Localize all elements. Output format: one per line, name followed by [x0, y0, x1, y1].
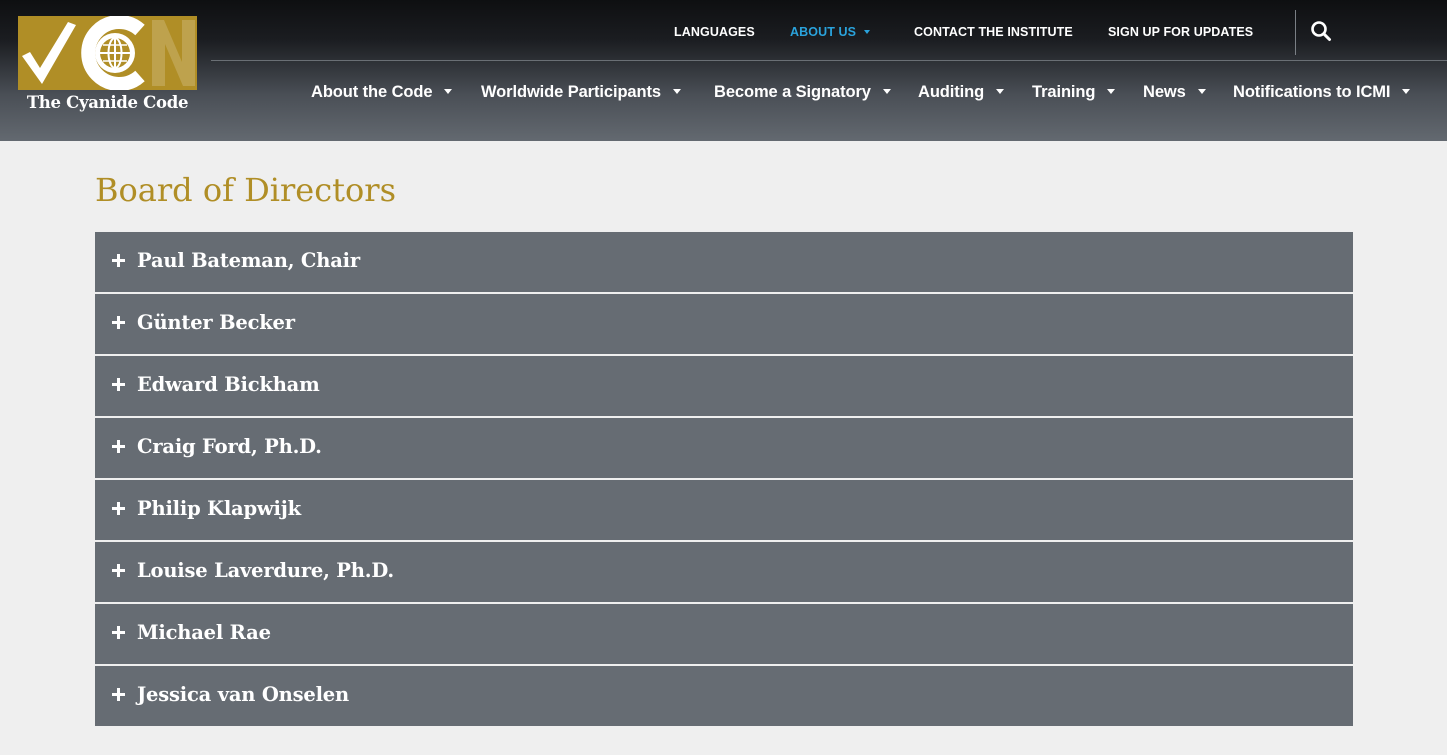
- accordion-item-philip-klapwijk[interactable]: Philip Klapwijk: [95, 480, 1353, 540]
- plus-icon: [112, 316, 125, 329]
- chevron-down-icon: [444, 89, 453, 94]
- nav-label: Auditing: [918, 83, 985, 101]
- nav-worldwide-participants[interactable]: Worldwide Participants: [481, 83, 681, 102]
- plus-icon: [112, 440, 125, 453]
- chevron-down-icon: [996, 89, 1005, 94]
- nav-training[interactable]: Training: [1032, 83, 1116, 102]
- chevron-down-icon: [1402, 89, 1411, 94]
- nav-about-us[interactable]: ABOUT US: [790, 25, 871, 39]
- accordion-item-label: Paul Bateman, Chair: [137, 249, 360, 272]
- chevron-down-icon: [864, 30, 871, 34]
- accordion-item-label: Philip Klapwijk: [137, 497, 301, 520]
- accordion-item-edward-bickham[interactable]: Edward Bickham: [95, 356, 1353, 416]
- nav-label: News: [1143, 83, 1186, 101]
- nav-languages[interactable]: LANGUAGES: [674, 25, 755, 39]
- accordion-item-label: Jessica van Onselen: [137, 683, 349, 706]
- page-title: Board of Directors: [95, 171, 396, 209]
- accordion-item-label: Edward Bickham: [137, 373, 320, 396]
- nav-auditing[interactable]: Auditing: [918, 83, 1005, 102]
- plus-icon: [112, 502, 125, 515]
- accordion-item-jessica-van-onselen[interactable]: Jessica van Onselen: [95, 666, 1353, 726]
- accordion-item-paul-bateman[interactable]: Paul Bateman, Chair: [95, 232, 1353, 292]
- accordion-item-michael-rae[interactable]: Michael Rae: [95, 604, 1353, 664]
- chevron-down-icon: [1197, 89, 1206, 94]
- accordion-item-label: Louise Laverdure, Ph.D.: [137, 559, 394, 582]
- header-divider: [211, 60, 1447, 61]
- plus-icon: [112, 378, 125, 391]
- accordion-item-craig-ford[interactable]: Craig Ford, Ph.D.: [95, 418, 1353, 478]
- nav-about-the-code[interactable]: About the Code: [311, 83, 453, 102]
- nav-label: About the Code: [311, 83, 433, 101]
- plus-icon: [112, 626, 125, 639]
- nav-divider: [1295, 10, 1296, 55]
- accordion-item-louise-laverdure[interactable]: Louise Laverdure, Ph.D.: [95, 542, 1353, 602]
- utility-nav: LANGUAGES ABOUT US CONTACT THE INSTITUTE…: [0, 0, 1447, 62]
- nav-become-signatory[interactable]: Become a Signatory: [714, 83, 891, 102]
- accordion-item-label: Michael Rae: [137, 621, 271, 644]
- accordion-item-label: Craig Ford, Ph.D.: [137, 435, 322, 458]
- nav-contact[interactable]: CONTACT THE INSTITUTE: [914, 25, 1073, 39]
- plus-icon: [112, 564, 125, 577]
- nav-label: Training: [1032, 83, 1096, 101]
- accordion-item-label: Günter Becker: [137, 311, 295, 334]
- nav-label: Become a Signatory: [714, 83, 871, 101]
- nav-label: Notifications to ICMI: [1233, 83, 1391, 101]
- directors-accordion: Paul Bateman, Chair Günter Becker Edward…: [95, 232, 1353, 726]
- search-icon[interactable]: [1310, 20, 1332, 42]
- nav-about-us-label: ABOUT US: [790, 25, 857, 39]
- nav-news[interactable]: News: [1143, 83, 1206, 102]
- nav-signup[interactable]: SIGN UP FOR UPDATES: [1108, 25, 1253, 39]
- chevron-down-icon: [1107, 89, 1116, 94]
- nav-label: Worldwide Participants: [481, 83, 661, 101]
- chevron-down-icon: [882, 89, 891, 94]
- chevron-down-icon: [672, 89, 681, 94]
- plus-icon: [112, 688, 125, 701]
- plus-icon: [112, 254, 125, 267]
- logo-text: The Cyanide Code: [26, 93, 189, 112]
- accordion-item-gunter-becker[interactable]: Günter Becker: [95, 294, 1353, 354]
- site-header: The Cyanide Code LANGUAGES ABOUT US CONT…: [0, 0, 1447, 141]
- nav-notifications[interactable]: Notifications to ICMI: [1233, 83, 1411, 102]
